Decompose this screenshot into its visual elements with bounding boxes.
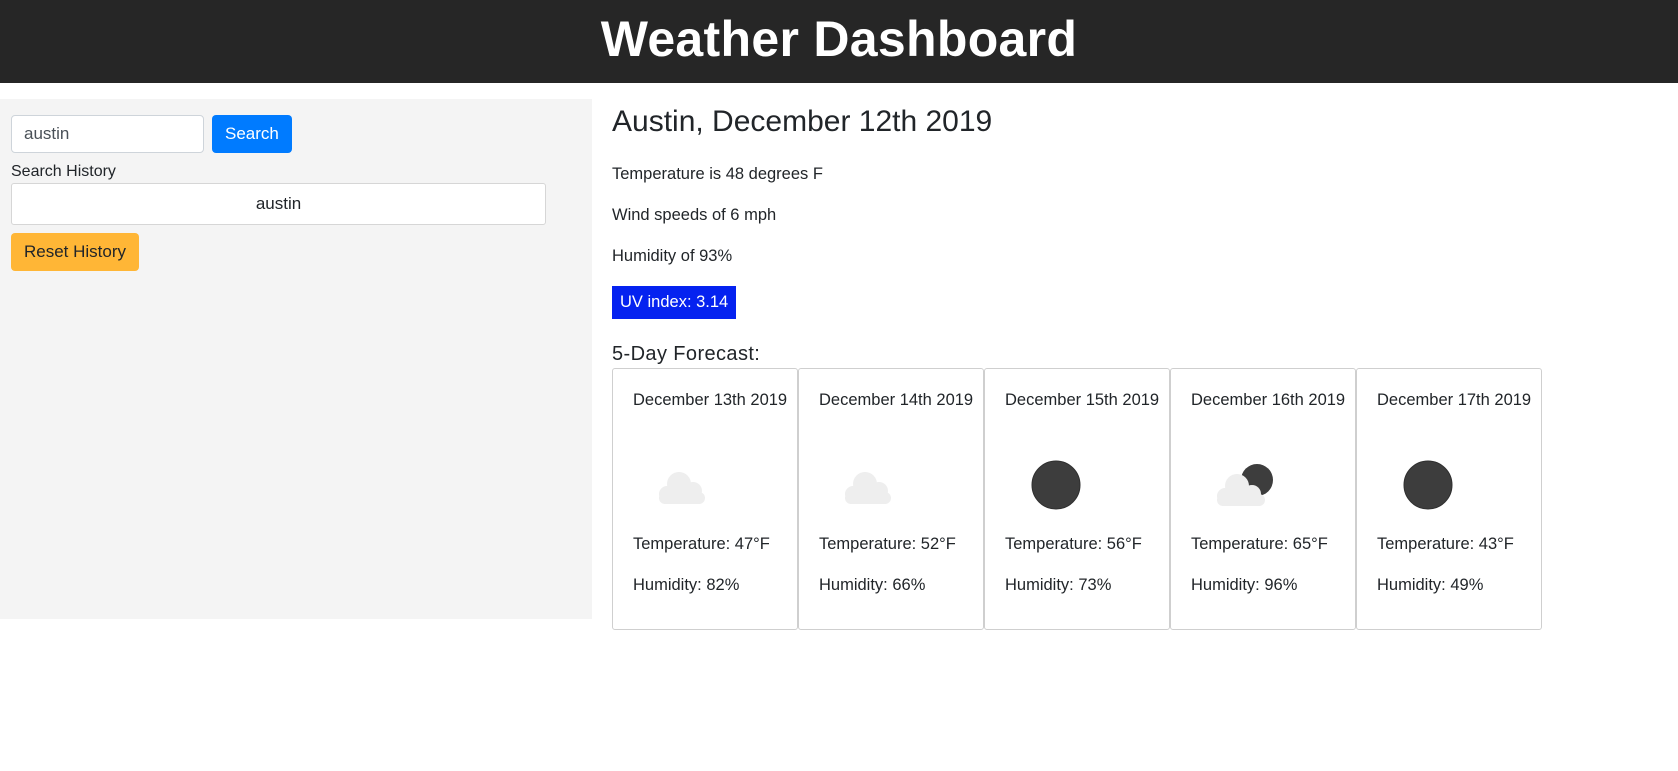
page-header: Weather Dashboard bbox=[0, 0, 1678, 83]
clear-night-icon bbox=[1403, 460, 1453, 510]
search-history-label: Search History bbox=[11, 163, 116, 180]
forecast-date: December 16th 2019 bbox=[1191, 391, 1346, 409]
current-temperature: Temperature is 48 degrees F bbox=[612, 165, 823, 183]
forecast-humidity: Humidity: 49% bbox=[1377, 576, 1484, 594]
cloud-icon bbox=[845, 472, 891, 504]
forecast-card: December 13th 2019 Temperature: 47°F Hum… bbox=[612, 368, 798, 630]
forecast-humidity: Humidity: 73% bbox=[1005, 576, 1112, 594]
forecast-temperature: Temperature: 47°F bbox=[633, 535, 770, 553]
forecast-temperature: Temperature: 56°F bbox=[1005, 535, 1142, 553]
search-button[interactable]: Search bbox=[212, 115, 292, 153]
clear-night-icon bbox=[1031, 460, 1081, 510]
main-layout: Search Search History austin Reset Histo… bbox=[0, 99, 1678, 630]
city-search-input[interactable] bbox=[11, 115, 204, 153]
current-weather-panel: Austin, December 12th 2019 Temperature i… bbox=[592, 99, 1542, 630]
reset-history-button[interactable]: Reset History bbox=[11, 233, 140, 271]
forecast-temperature: Temperature: 52°F bbox=[819, 535, 956, 553]
current-wind: Wind speeds of 6 mph bbox=[612, 206, 777, 224]
forecast-card: December 16th 2019 Temperature: 65°F Hum… bbox=[1170, 368, 1356, 630]
search-row: Search bbox=[11, 115, 581, 153]
cloud-icon bbox=[659, 472, 705, 504]
forecast-cards: December 13th 2019 Temperature: 47°F Hum… bbox=[612, 368, 1542, 630]
forecast-humidity: Humidity: 82% bbox=[633, 576, 740, 594]
current-city-title: Austin, December 12th 2019 bbox=[612, 105, 993, 138]
partly-cloudy-night-icon bbox=[1217, 464, 1273, 506]
forecast-title: 5-Day Forecast: bbox=[612, 343, 761, 365]
forecast-card: December 14th 2019 Temperature: 52°F Hum… bbox=[798, 368, 984, 630]
forecast-date: December 15th 2019 bbox=[1005, 391, 1160, 409]
sidebar: Search Search History austin Reset Histo… bbox=[0, 99, 592, 619]
forecast-temperature: Temperature: 65°F bbox=[1191, 535, 1328, 553]
forecast-card: December 17th 2019 Temperature: 43°F Hum… bbox=[1356, 368, 1542, 630]
forecast-date: December 14th 2019 bbox=[819, 391, 974, 409]
forecast-date: December 13th 2019 bbox=[633, 391, 788, 409]
forecast-humidity: Humidity: 66% bbox=[819, 576, 926, 594]
uv-index-badge: UV index: 3.14 bbox=[612, 286, 737, 319]
page-title: Weather Dashboard bbox=[600, 10, 1078, 67]
forecast-humidity: Humidity: 96% bbox=[1191, 576, 1298, 594]
current-humidity: Humidity of 93% bbox=[612, 247, 733, 265]
history-item-austin[interactable]: austin bbox=[11, 183, 546, 225]
forecast-card: December 15th 2019 Temperature: 56°F Hum… bbox=[984, 368, 1170, 630]
forecast-date: December 17th 2019 bbox=[1377, 391, 1532, 409]
forecast-temperature: Temperature: 43°F bbox=[1377, 535, 1514, 553]
